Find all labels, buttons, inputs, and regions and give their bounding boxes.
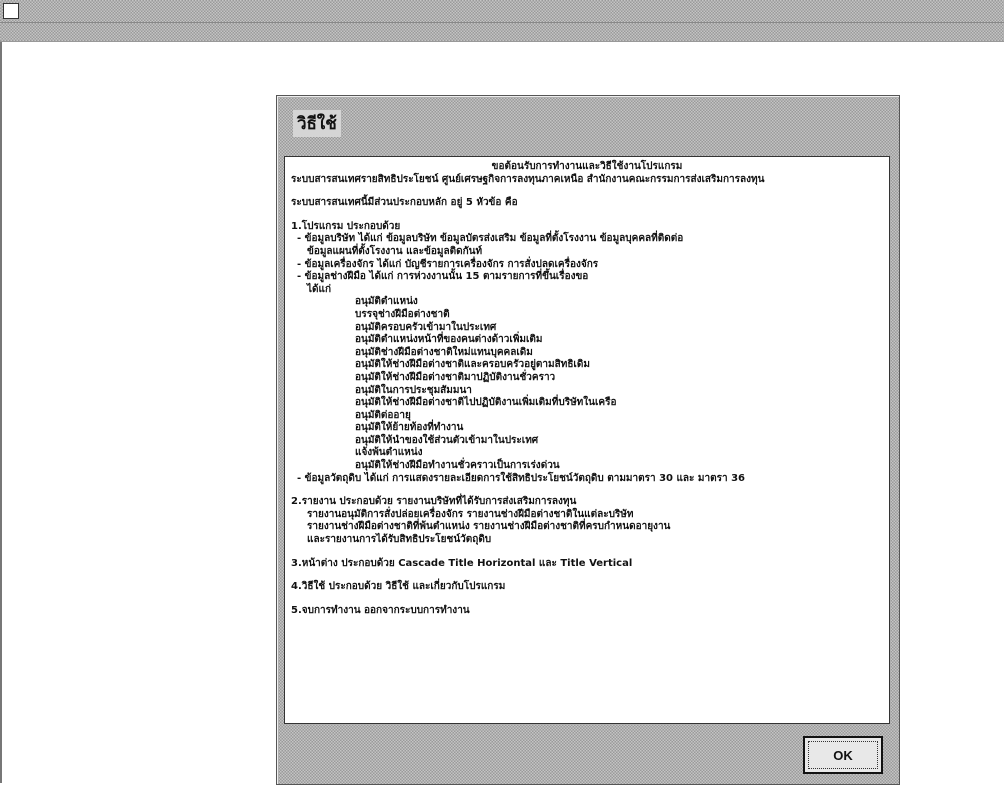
- section-1-line: ได้แก่: [307, 283, 332, 295]
- list-item: อนุมัติตำแหน่งหน้าที่ของคนต่างด้าวเพิ่มเ…: [355, 334, 543, 346]
- list-item: อนุมัติให้ช่างฝีมือต่างชาติไปปฏิบัติงานเ…: [355, 397, 617, 409]
- dialog-title: วิธีใช้: [293, 110, 341, 137]
- list-item: อนุมัติต่ออายุ: [355, 409, 411, 421]
- section-3-heading: 3.หน้าต่าง ประกอบด้วย Cascade Title Hori…: [291, 557, 633, 569]
- help-content: ขอต้อนรับการทำงานและวิธีใช้งานโปรแกรม ระ…: [284, 156, 890, 724]
- header-line: ระบบสารสนเทศรายสิทธิประโยชน์ ศูนย์เศรษฐก…: [291, 173, 765, 185]
- section-2-heading: 2.รายงาน ประกอบด้วย รายงานบริษัทที่ได้รั…: [291, 496, 577, 508]
- section-4-heading: 4.วิธีใช้ ประกอบด้วย วิธีใช้ และเกี่ยวกั…: [291, 581, 506, 593]
- list-item: อนุมัติตำแหน่ง: [355, 296, 418, 308]
- list-item: อนุมัติให้ย้ายท้องที่ทำงาน: [355, 422, 464, 434]
- section-1-line: - ข้อมูลบริษัท ได้แก่ ข้อมูลบริษัท ข้อมู…: [297, 233, 684, 245]
- menu-bar: [0, 23, 1004, 42]
- list-item: อนุมัติในการประชุมสัมมนา: [355, 384, 472, 396]
- list-item: อนุมัติครอบครัวเข้ามาในประเทศ: [355, 321, 497, 333]
- section-1-line: - ข้อมูลวัตถุดิบ ได้แก่ การแสดงรายละเอีย…: [297, 472, 745, 484]
- intro-text: ระบบสารสนเทศนี้มีส่วนประกอบหลัก อยู่ 5 ห…: [291, 197, 518, 209]
- ok-button[interactable]: OK: [803, 736, 883, 774]
- list-item: บรรจุช่างฝีมือต่างชาติ: [355, 308, 450, 320]
- list-item: แจ้งพ้นตำแหน่ง: [355, 447, 423, 459]
- list-item: อนุมัติช่างฝีมือต่างชาติใหม่แทนบุคคลเดิม: [355, 346, 533, 358]
- section-1-line: - ข้อมูลเครื่องจักร ได้แก่ บัญชีรายการเค…: [297, 258, 599, 270]
- list-item: อนุมัติให้นำของใช้ส่วนตัวเข้ามาในประเทศ: [355, 434, 539, 446]
- header-line: ขอต้อนรับการทำงานและวิธีใช้งานโปรแกรม: [491, 161, 683, 172]
- section-1-line: - ข้อมูลช่างฝีมือ ได้แก่ การห่วงงานนั้น …: [297, 271, 589, 283]
- section-2-line: รายงานช่างฝีมือต่างชาติที่พ้นตำแหน่ง ราย…: [307, 521, 671, 533]
- section-2-line: และรายงานการได้รับสิทธิประโยชน์วัตถุดิบ: [307, 534, 492, 546]
- list-item: อนุมัติให้ช่างฝีมือต่างชาติมาปฏิบัติงานช…: [355, 371, 556, 383]
- section-1-line: ข้อมูลแผนที่ตั้งโรงงาน และข้อมูลติดกันท์: [307, 245, 483, 257]
- section-2-line: รายงานอนุมัติการสั่งปล่อยเครื่องจักร ราย…: [307, 508, 634, 520]
- help-dialog: วิธีใช้ ขอต้อนรับการทำงานและวิธีใช้งานโป…: [276, 95, 900, 785]
- window-titlebar: [0, 0, 1004, 23]
- section-1-heading: 1.โปรแกรม ประกอบด้วย: [291, 220, 401, 232]
- list-item: อนุมัติให้ช่างฝีมือต่างชาติและครอบครัวอย…: [355, 359, 590, 371]
- app-icon: [3, 3, 19, 19]
- list-item: อนุมัติให้ช่างฝีมือทำงานชั่วคราวเป็นการเ…: [355, 460, 560, 472]
- section-5-heading: 5.จบการทำงาน ออกจากระบบการทำงาน: [291, 604, 470, 616]
